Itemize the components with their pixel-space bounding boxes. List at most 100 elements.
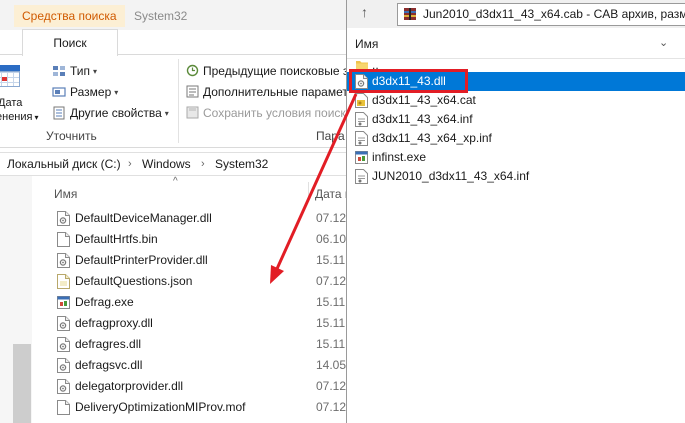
type-icon [52,64,66,78]
archive-file-row[interactable]: d3dx11_43_x64.cat [347,91,685,110]
column-header-name[interactable]: Имя [54,187,77,201]
chevron-right-icon[interactable]: › [201,153,205,175]
file-date: 14.05. [316,358,346,372]
file-row[interactable]: DefaultPrinterProvider.dll 15.11. [0,250,346,271]
file-date: 07.12. [316,274,346,288]
breadcrumb-system32[interactable]: System32 [215,153,268,175]
save-search-icon [186,106,199,119]
archive-window: ↑ Jun2010_d3dx11_43_x64.cab - CAB архив,… [346,0,685,423]
archive-path-text: Jun2010_d3dx11_43_x64.cab - CAB архив, р… [423,7,685,21]
file-list: ^ Имя Дата и DefaultDeviceManager.dll 07.… [0,176,346,423]
properties-icon [52,106,66,120]
search-tools-label: Средства поиска [22,9,117,23]
file-icon [57,400,70,415]
size-filter-button[interactable]: Размер ▾ [52,83,118,101]
advanced-options-label: Дополнительные парамет [203,85,346,99]
tab-search[interactable]: Поиск [22,29,118,56]
ribbon-tabs-row: Средства поиска System32 [0,0,346,30]
file-row[interactable]: defragres.dll 15.11. [0,334,346,355]
recent-searches-label: Предыдущие поисковые за [203,64,346,78]
breadcrumb-windows[interactable]: Windows [142,153,191,175]
sort-ascending-icon: ^ [173,176,178,187]
ribbon-separator [178,59,179,143]
file-name: delegatorprovider.dll [75,379,184,393]
explorer-window: Средства поиска System32 Поиск Дата енен… [0,0,346,423]
dll-file-icon [57,253,70,268]
chevron-right-icon[interactable]: › [128,153,132,175]
size-icon [52,85,66,99]
inf-file-icon [355,131,368,146]
file-name: DefaultHrtfs.bin [75,232,158,246]
file-row[interactable]: DefaultDeviceManager.dll 07.12. [0,208,346,229]
file-row[interactable]: defragproxy.dll 15.11. [0,313,346,334]
search-tools-context-tab[interactable]: Средства поиска [14,5,125,27]
file-date: 07.12. [316,211,346,225]
save-search-label: Сохранить условия поиск [203,106,346,120]
ribbon-panel: Дата енения▾ Тип▾ Размер▾ Другие свойств… [0,54,346,148]
file-name: DefaultPrinterProvider.dll [75,253,208,267]
dll-file-icon [57,379,70,394]
catalog-file-icon [355,93,368,108]
file-row[interactable]: DefaultQuestions.json 07.12. [0,271,346,292]
file-name: defragsvc.dll [75,358,143,372]
advanced-options-icon [186,85,199,98]
archive-column-header[interactable]: Имя ⌄ [347,28,685,59]
file-name: defragproxy.dll [75,316,153,330]
dll-file-icon [57,211,70,226]
breadcrumb-local-disk[interactable]: Локальный диск (C:) [7,153,121,175]
file-row[interactable]: Defrag.exe 15.11. [0,292,346,313]
archive-file-name: d3dx11_43_x64.cat [372,93,476,107]
up-arrow-icon[interactable]: ↑ [361,4,368,20]
archive-toolbar: ↑ Jun2010_d3dx11_43_x64.cab - CAB архив,… [347,0,685,29]
file-date: 15.11. [316,295,346,309]
date-modified-label-2[interactable]: енения▾ [0,111,39,123]
archive-file-row[interactable]: infinst.exe [347,148,685,167]
breadcrumb[interactable]: Локальный диск (C:) › Windows › System32 [0,152,346,176]
type-filter-button[interactable]: Тип ▾ [52,62,97,80]
other-properties-button[interactable]: Другие свойства ▾ [52,104,169,122]
date-modified-label-text: енения [0,111,33,123]
archive-file-row[interactable]: d3dx11_43_x64_xp.inf [347,129,685,148]
column-header-name: Имя [355,37,379,51]
file-date: 07.12. [316,400,346,414]
file-row[interactable]: DeliveryOptimizationMIProv.mof 07.12. [0,397,346,418]
other-properties-label: Другие свойства [70,106,162,120]
refine-group-label: Уточнить [46,129,97,143]
file-icon [57,232,70,247]
params-group-label: Пара [316,129,345,143]
file-name: Defrag.exe [75,295,134,309]
type-label: Тип [70,64,91,78]
file-date: 07.12. [316,379,346,393]
archive-icon [403,7,417,21]
column-header-date[interactable]: Дата и [315,187,346,201]
dll-file-icon [57,316,70,331]
recent-searches-button[interactable]: Предыдущие поисковые за [186,62,346,80]
dll-file-icon [57,358,70,373]
column-divider[interactable] [308,182,309,202]
recent-searches-icon [186,64,199,77]
annotation-highlight-box [349,69,468,93]
size-label: Размер [70,85,112,99]
save-search-button[interactable]: Сохранить условия поиск [186,104,346,122]
file-row[interactable]: DefaultHrtfs.bin 06.10. [0,229,346,250]
advanced-options-button[interactable]: Дополнительные парамет [186,83,346,101]
archive-file-name: d3dx11_43_x64.inf [372,112,473,126]
calendar-icon[interactable] [0,65,20,87]
chevron-down-icon[interactable]: ⌄ [659,36,668,49]
archive-file-name: infinst.exe [372,150,427,164]
json-file-icon [57,274,70,289]
archive-file-row[interactable]: d3dx11_43_x64.inf [347,110,685,129]
archive-path-field[interactable]: Jun2010_d3dx11_43_x64.cab - CAB архив, р… [397,3,685,26]
date-modified-label[interactable]: Дата [0,97,22,109]
file-name: DeliveryOptimizationMIProv.mof [75,400,246,414]
exe-file-icon [57,295,70,310]
inf-file-icon [355,112,368,127]
dll-file-icon [57,337,70,352]
archive-file-row[interactable]: JUN2010_d3dx11_43_x64.inf [347,167,685,186]
file-date: 15.11. [316,253,346,267]
file-row[interactable]: defragsvc.dll 14.05. [0,355,346,376]
exe-file-icon [355,150,368,165]
archive-file-name: d3dx11_43_x64_xp.inf [372,131,492,145]
window-title: System32 [134,9,188,23]
file-row[interactable]: delegatorprovider.dll 07.12. [0,376,346,397]
